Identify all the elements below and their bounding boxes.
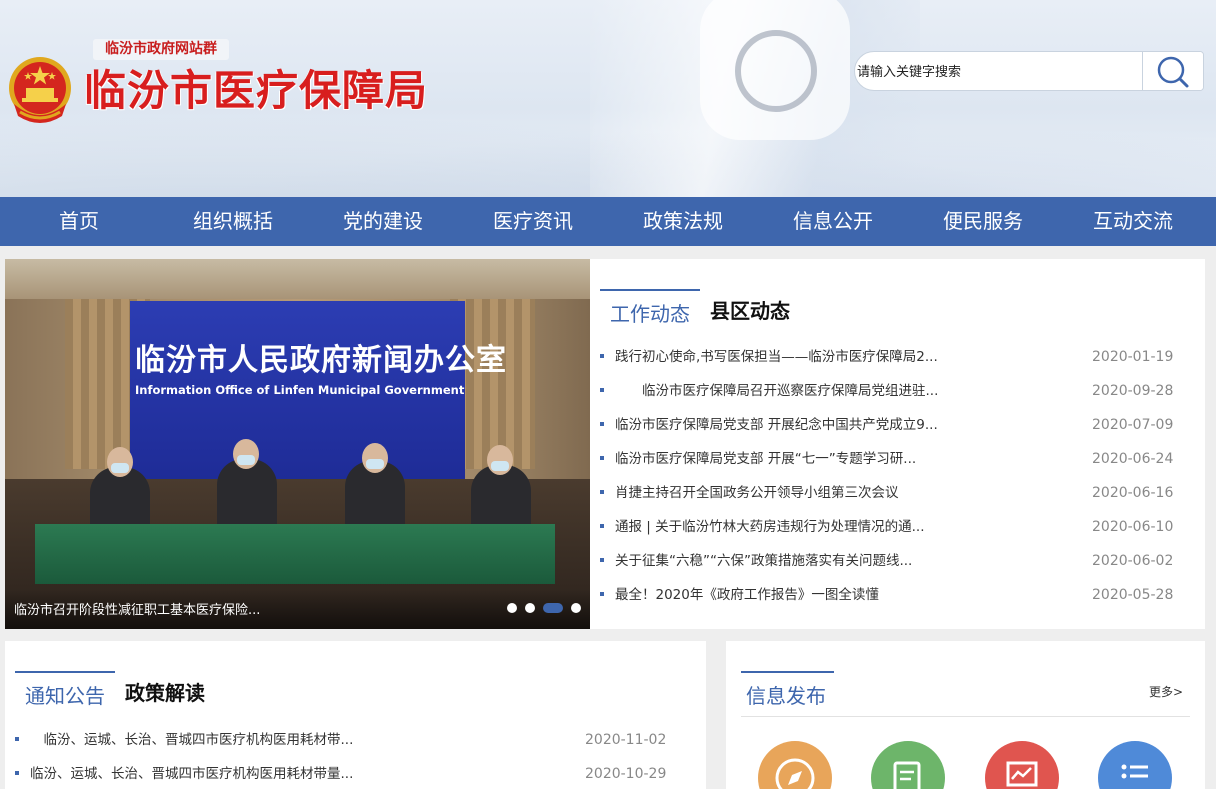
site-title: 临汾市医疗保障局 [84, 66, 429, 115]
main-nav: 首页 组织概括 党的建设 医疗资讯 政策法规 信息公开 便民服务 互动交流 [0, 197, 1216, 246]
search-box [854, 51, 1204, 91]
list-item[interactable]: 最全！2020年《政府工作报告》一图全读懂 2020-05-28 [600, 581, 1190, 615]
form-icon[interactable] [871, 741, 945, 789]
slider-dot-3[interactable] [543, 603, 563, 613]
tab-county-news[interactable]: 县区动态 [700, 289, 800, 329]
tab-notices[interactable]: 通知公告 [15, 671, 115, 711]
nav-item-organization[interactable]: 组织概括 [158, 197, 308, 246]
list-item[interactable]: 关于征集“六稳”“六保”政策措施落实有关问题线... 2020-06-02 [600, 547, 1190, 581]
nav-item-policies[interactable]: 政策法规 [608, 197, 758, 246]
list-icon[interactable] [1098, 741, 1172, 789]
notice-tabs: 通知公告 政策解读 [15, 671, 215, 711]
notice-card: 通知公告 政策解读 临汾、运城、长治、晋城四市医疗机构医用耗材带... 2020-… [5, 641, 706, 789]
list-item[interactable]: 临汾市医疗保障局召开巡察医疗保障局党组进驻... 2020-09-28 [600, 377, 1190, 411]
slider-backdrop-board [130, 301, 465, 497]
site-header: 临汾市政府网站群 临汾市医疗保障局 [0, 0, 1216, 197]
top-card: 临汾市人民政府新闻办公室 Information Office of Linfe… [5, 259, 1205, 629]
header-doctor-image [590, 0, 920, 197]
news-slider[interactable]: 临汾市人民政府新闻办公室 Information Office of Linfe… [5, 259, 590, 629]
notice-list: 临汾、运城、长治、晋城四市医疗机构医用耗材带... 2020-11-02 临汾、运… [15, 726, 675, 789]
news-tabs: 工作动态 县区动态 [600, 289, 800, 329]
list-item[interactable]: 临汾市医疗保障局党支部 开展纪念中国共产党成立9... 2020-07-09 [600, 411, 1190, 445]
slider-caption[interactable]: 临汾市召开阶段性减征职工基本医疗保险... [14, 599, 260, 618]
slider-dot-4[interactable] [571, 603, 581, 613]
list-item[interactable]: 临汾市医疗保障局党支部 开展“七一”专题学习研... 2020-06-24 [600, 445, 1190, 479]
nav-item-info-disclosure[interactable]: 信息公开 [758, 197, 908, 246]
tab-policy-interpretation[interactable]: 政策解读 [115, 671, 215, 711]
nav-item-interaction[interactable]: 互动交流 [1058, 197, 1208, 246]
search-input[interactable] [855, 52, 1147, 90]
tab-work-news[interactable]: 工作动态 [600, 289, 700, 329]
nav-item-services[interactable]: 便民服务 [908, 197, 1058, 246]
compass-icon[interactable] [758, 741, 832, 789]
national-emblem-icon [9, 57, 71, 123]
slider-dots [507, 603, 581, 613]
info-release-card: 信息发布 更多> [726, 641, 1205, 789]
more-link[interactable]: 更多> [1149, 683, 1183, 700]
news-list: 践行初心使命,书写医保担当——临汾市医疗保障局2... 2020-01-19 临汾… [600, 343, 1190, 615]
slider-table [35, 524, 555, 584]
info-release-title[interactable]: 信息发布 [741, 671, 834, 711]
list-item[interactable]: 临汾、运城、长治、晋城四市医疗机构医用耗材带... 2020-11-02 [15, 726, 675, 760]
search-button[interactable] [1142, 52, 1203, 90]
slider-board-en: Information Office of Linfen Municipal G… [135, 383, 465, 397]
list-item[interactable]: 肖捷主持召开全国政务公开领导小组第三次会议 2020-06-16 [600, 479, 1190, 513]
slider-board-cn: 临汾市人民政府新闻办公室 [135, 343, 507, 378]
list-item[interactable]: 践行初心使命,书写医保担当——临汾市医疗保障局2... 2020-01-19 [600, 343, 1190, 377]
slider-dot-1[interactable] [507, 603, 517, 613]
nav-item-medical-news[interactable]: 医疗资讯 [458, 197, 608, 246]
news-panel: 工作动态 县区动态 践行初心使命,书写医保担当——临汾市医疗保障局2... 202… [600, 259, 1205, 629]
list-item[interactable]: 临汾、运城、长治、晋城四市医疗机构医用耗材带量... 2020-10-29 [15, 760, 675, 789]
list-item[interactable]: 通报 | 关于临汾竹林大药房违规行为处理情况的通... 2020-06-10 [600, 513, 1190, 547]
nav-item-home[interactable]: 首页 [0, 197, 158, 246]
chart-icon[interactable] [985, 741, 1059, 789]
nav-item-party-building[interactable]: 党的建设 [308, 197, 458, 246]
slider-dot-2[interactable] [525, 603, 535, 613]
site-group-tag[interactable]: 临汾市政府网站群 [93, 39, 229, 60]
search-icon [1157, 56, 1189, 88]
